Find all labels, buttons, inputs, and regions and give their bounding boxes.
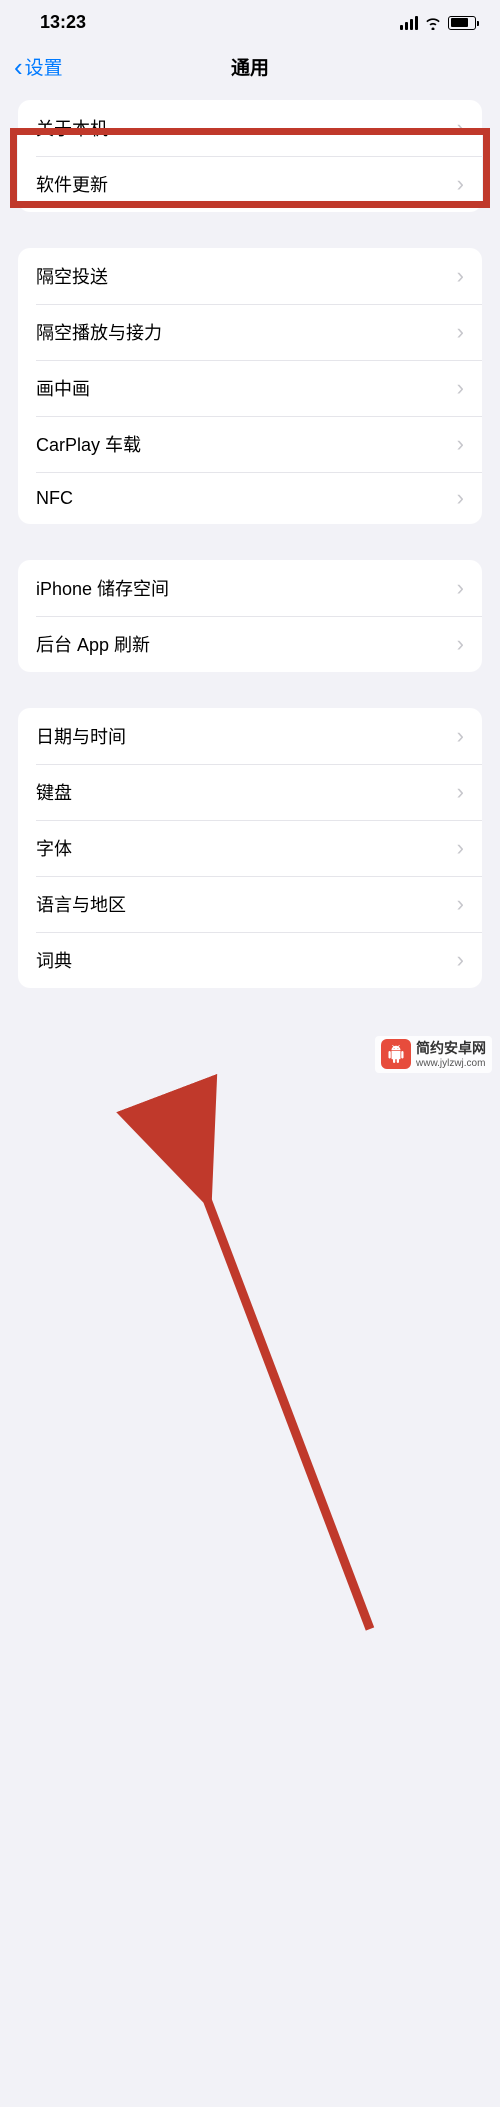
status-time: 13:23 (40, 12, 86, 33)
chevron-right-icon: › (457, 633, 464, 655)
watermark-text: 简约安卓网 www.jylzwj.com (416, 1039, 486, 1070)
row-label: 关于本机 (36, 115, 108, 141)
annotation-arrow (0, 1024, 500, 2107)
row-dictionary[interactable]: 词典 › (18, 932, 482, 988)
chevron-right-icon: › (457, 377, 464, 399)
row-label: 隔空投送 (36, 263, 108, 289)
settings-section: 关于本机 › 软件更新 › (18, 100, 482, 212)
battery-icon (448, 16, 476, 30)
row-label: iPhone 储存空间 (36, 575, 169, 601)
chevron-right-icon: › (457, 837, 464, 859)
chevron-right-icon: › (457, 487, 464, 509)
settings-section: iPhone 储存空间 › 后台 App 刷新 › (18, 560, 482, 672)
row-label: 隔空播放与接力 (36, 319, 162, 345)
chevron-right-icon: › (457, 949, 464, 971)
chevron-right-icon: › (457, 577, 464, 599)
wifi-icon (424, 16, 442, 30)
cellular-signal-icon (400, 16, 418, 30)
row-airplay[interactable]: 隔空播放与接力 › (18, 304, 482, 360)
chevron-right-icon: › (457, 173, 464, 195)
watermark: 简约安卓网 www.jylzwj.com (375, 1036, 492, 1073)
watermark-icon (381, 1039, 411, 1069)
chevron-left-icon: ‹ (14, 54, 23, 80)
row-label: 后台 App 刷新 (36, 631, 150, 657)
row-label: 日期与时间 (36, 723, 126, 749)
row-pip[interactable]: 画中画 › (18, 360, 482, 416)
chevron-right-icon: › (457, 725, 464, 747)
chevron-right-icon: › (457, 893, 464, 915)
chevron-right-icon: › (457, 117, 464, 139)
settings-section: 日期与时间 › 键盘 › 字体 › 语言与地区 › 词典 › (18, 708, 482, 988)
row-label: 键盘 (36, 779, 72, 805)
row-label: NFC (36, 488, 73, 509)
row-label: 词典 (36, 947, 72, 973)
row-fonts[interactable]: 字体 › (18, 820, 482, 876)
row-nfc[interactable]: NFC › (18, 472, 482, 524)
row-keyboard[interactable]: 键盘 › (18, 764, 482, 820)
row-datetime[interactable]: 日期与时间 › (18, 708, 482, 764)
row-airdrop[interactable]: 隔空投送 › (18, 248, 482, 304)
row-software-update[interactable]: 软件更新 › (18, 156, 482, 212)
row-storage[interactable]: iPhone 储存空间 › (18, 560, 482, 616)
row-label: 软件更新 (36, 171, 108, 197)
row-language-region[interactable]: 语言与地区 › (18, 876, 482, 932)
row-label: CarPlay 车载 (36, 431, 141, 457)
watermark-title: 简约安卓网 (416, 1039, 486, 1057)
nav-header: ‹ 设置 通用 (0, 41, 500, 100)
settings-section: 隔空投送 › 隔空播放与接力 › 画中画 › CarPlay 车载 › NFC … (18, 248, 482, 524)
back-label: 设置 (25, 53, 63, 80)
row-label: 画中画 (36, 375, 90, 401)
chevron-right-icon: › (457, 321, 464, 343)
row-carplay[interactable]: CarPlay 车载 › (18, 416, 482, 472)
row-about[interactable]: 关于本机 › (18, 100, 482, 156)
row-background-refresh[interactable]: 后台 App 刷新 › (18, 616, 482, 672)
row-label: 语言与地区 (36, 891, 126, 917)
back-button[interactable]: ‹ 设置 (14, 53, 63, 80)
chevron-right-icon: › (457, 265, 464, 287)
chevron-right-icon: › (457, 781, 464, 803)
page-title: 通用 (231, 53, 269, 80)
status-indicators (400, 16, 476, 30)
watermark-url: www.jylzwj.com (416, 1057, 486, 1070)
row-label: 字体 (36, 835, 72, 861)
status-bar: 13:23 (0, 0, 500, 41)
chevron-right-icon: › (457, 433, 464, 455)
